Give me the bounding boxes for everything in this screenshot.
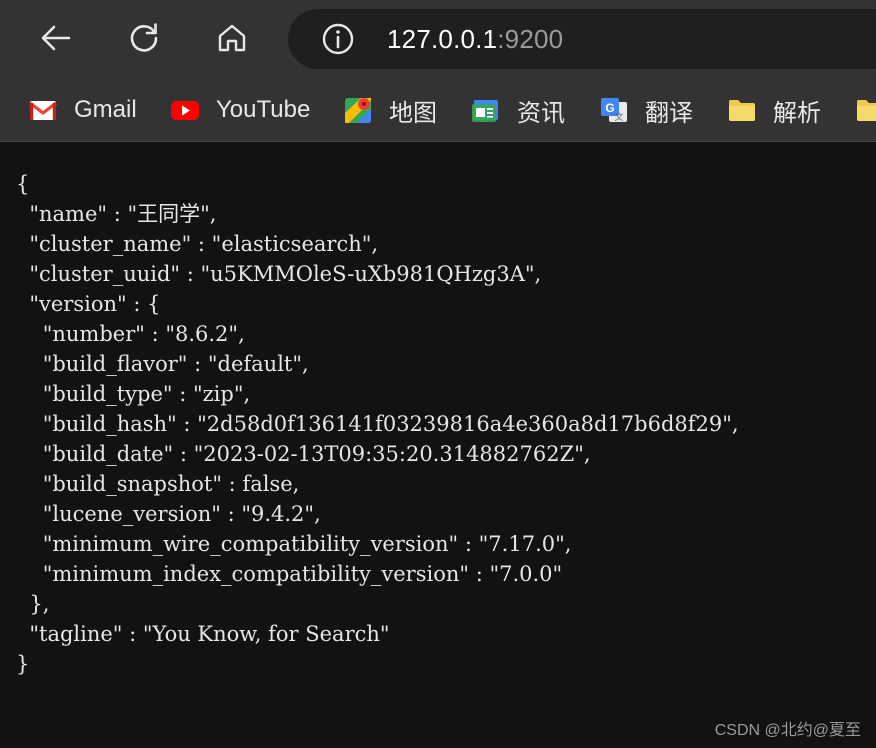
browser-toolbar: 127.0.0.1:9200 — [0, 0, 876, 79]
home-button[interactable] — [205, 13, 259, 67]
youtube-icon — [170, 95, 200, 125]
bookmark-label: 地图 — [389, 99, 437, 127]
arrow-left-icon — [38, 20, 74, 61]
reload-button[interactable] — [117, 13, 171, 67]
json-response: { "name" : "王同学", "cluster_name" : "elas… — [16, 172, 739, 676]
address-bar[interactable]: 127.0.0.1:9200 — [288, 9, 876, 69]
bookmark-label: 资讯 — [517, 99, 565, 127]
news-icon — [471, 95, 501, 125]
bookmark-news[interactable]: 资讯 — [471, 89, 565, 131]
back-button[interactable] — [29, 13, 83, 67]
bookmark-folder[interactable]: 解析 — [727, 89, 821, 131]
url-port: :9200 — [497, 24, 564, 54]
translate-icon: G 文 — [599, 95, 629, 125]
bookmark-translate[interactable]: G 文 翻译 — [599, 89, 693, 131]
bookmark-label: 翻译 — [645, 99, 693, 127]
reload-icon — [126, 20, 162, 61]
url-host: 127.0.0.1 — [387, 24, 498, 54]
watermark: CSDN @北约@夏至 — [714, 722, 861, 739]
folder-icon — [727, 95, 757, 125]
bookmark-maps[interactable]: 地图 — [343, 89, 437, 131]
folder-icon — [855, 95, 876, 125]
maps-icon — [343, 95, 373, 125]
bookmarks-bar: Gmail YouTube 地图 资讯 G 文 翻译 解析 — [0, 79, 876, 142]
gmail-icon — [28, 95, 58, 125]
info-icon[interactable] — [321, 22, 355, 56]
url-text[interactable]: 127.0.0.1:9200 — [387, 23, 563, 55]
home-icon — [214, 20, 250, 61]
bookmark-label: Gmail — [74, 96, 137, 123]
bookmark-youtube[interactable]: YouTube — [170, 89, 310, 131]
svg-text:G: G — [605, 101, 614, 115]
bookmark-label: YouTube — [216, 96, 311, 123]
svg-text:文: 文 — [614, 111, 623, 123]
page-content: { "name" : "王同学", "cluster_name" : "elas… — [0, 143, 876, 748]
bookmark-folder[interactable] — [855, 89, 876, 131]
bookmark-label: 解析 — [773, 99, 821, 127]
bookmark-gmail[interactable]: Gmail — [28, 89, 137, 131]
